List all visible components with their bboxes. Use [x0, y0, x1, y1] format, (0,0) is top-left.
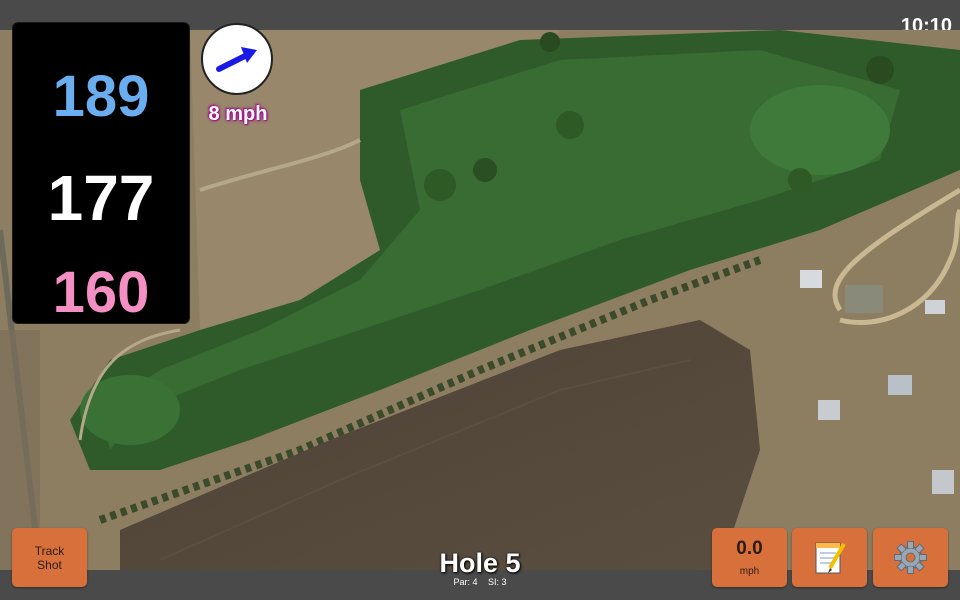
speed-unit: mph: [739, 566, 760, 577]
track-shot-button[interactable]: Track Shot: [12, 528, 87, 587]
settings-button[interactable]: [873, 528, 948, 587]
wind-direction-arrow-icon: [216, 47, 257, 72]
hole-info: Par: 4 SI: 3: [380, 577, 580, 588]
hole-title: Hole 5: [439, 548, 521, 578]
speed-value: 0.0: [736, 538, 763, 559]
notes-button[interactable]: [792, 528, 867, 587]
hole-par: Par: 4: [453, 577, 478, 587]
track-shot-label-line2: Shot: [37, 557, 62, 572]
back-distance: 189: [52, 64, 150, 129]
speed-button[interactable]: 0.0 mph: [712, 528, 787, 587]
wind-speed: 8 mph: [208, 103, 268, 125]
middle-distance: 177: [47, 162, 155, 234]
notepad-icon: [815, 542, 846, 574]
front-distance: 160: [52, 260, 150, 325]
wind-indicator: [201, 23, 273, 95]
gear-icon: [894, 541, 927, 574]
hole-stroke-index: SI: 3: [488, 577, 507, 587]
track-shot-label-line1: Track: [34, 543, 65, 558]
distance-panel: 189 177 160: [12, 22, 190, 325]
